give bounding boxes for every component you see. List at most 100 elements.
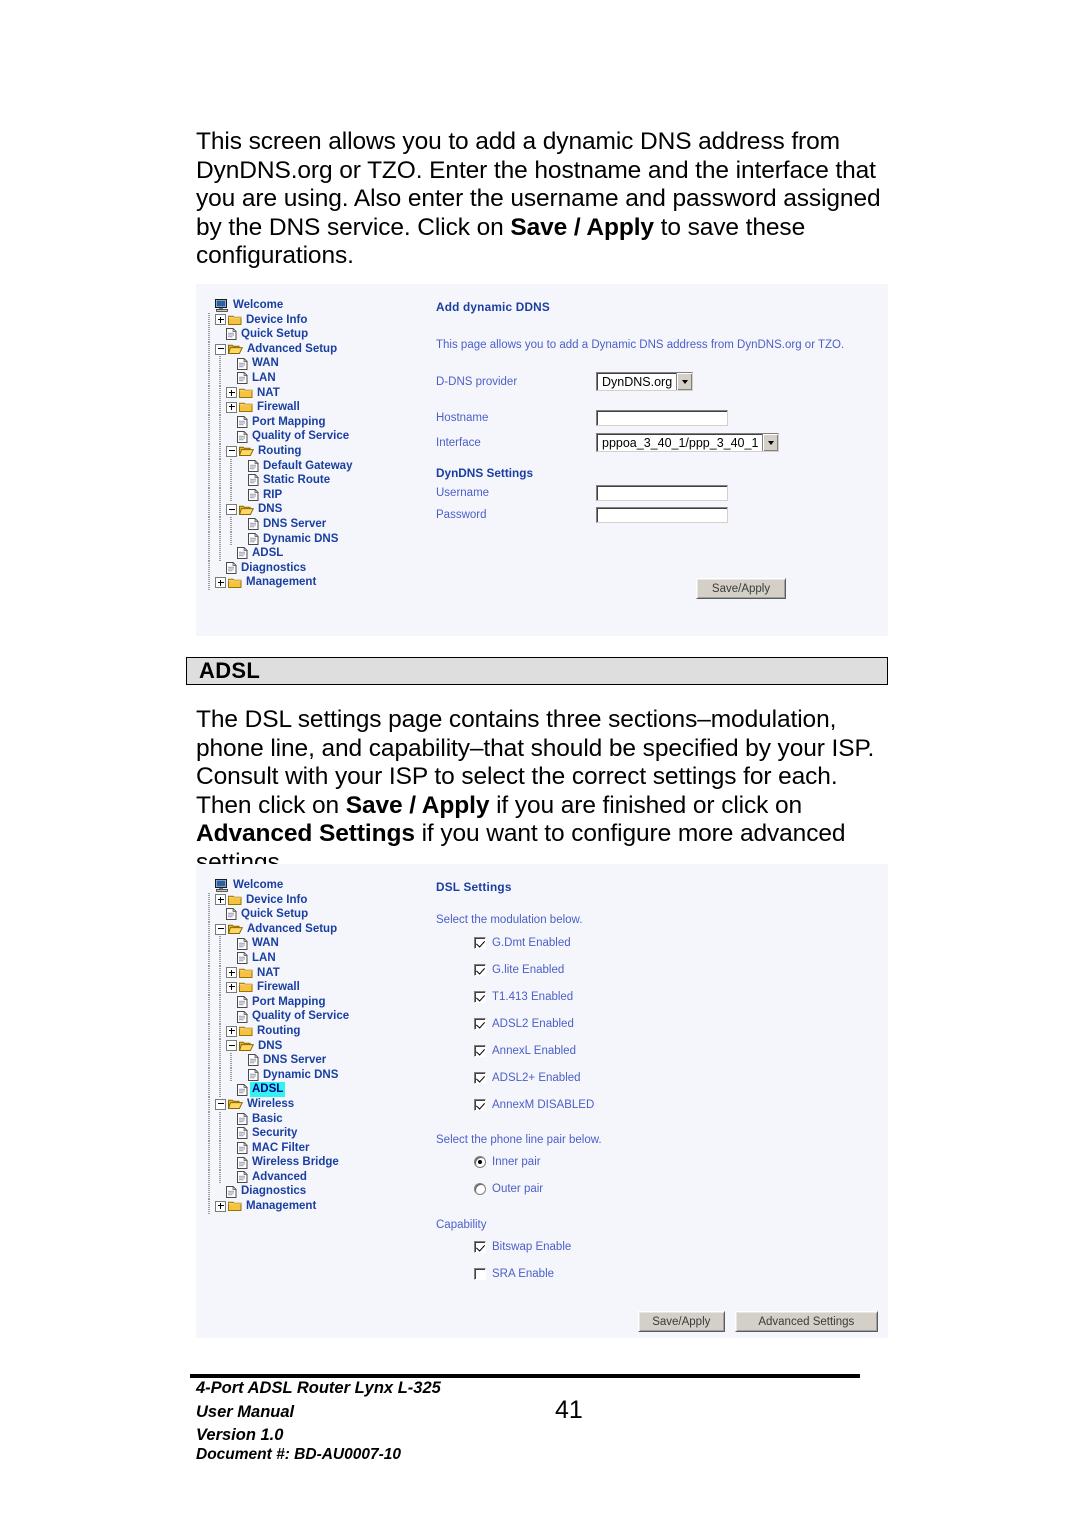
expand-icon[interactable]	[226, 387, 237, 399]
advanced-settings-button[interactable]: Advanced Settings	[734, 1311, 878, 1332]
tree-item-diagnostics[interactable]: Diagnostics	[204, 1184, 454, 1200]
tree-item-advanced-setup[interactable]: Advanced Setup	[204, 921, 454, 937]
collapse-icon[interactable]	[226, 1040, 237, 1052]
expand-icon[interactable]	[226, 981, 237, 993]
expand-icon[interactable]	[226, 967, 237, 979]
provider-select[interactable]: DynDNS.org	[596, 372, 694, 391]
tree-indent-guide	[204, 980, 215, 995]
checkbox-row[interactable]: SRA Enable	[474, 1267, 878, 1281]
tree-item-wan[interactable]: WAN	[204, 356, 454, 371]
tree-item-device-info[interactable]: Device Info	[204, 892, 454, 908]
expand-icon[interactable]	[226, 401, 237, 413]
tree-item-port-mapping[interactable]: Port Mapping	[204, 994, 454, 1010]
tree-indent-guide	[204, 936, 215, 951]
password-input[interactable]	[596, 507, 728, 523]
tree-item-advanced-setup[interactable]: Advanced Setup	[204, 341, 454, 357]
tree-item-basic[interactable]: Basic	[204, 1111, 454, 1127]
tree-item-label: ADSL	[252, 547, 284, 560]
checkbox-sra-enable[interactable]	[474, 1268, 486, 1280]
radio-row[interactable]: Outer pair	[474, 1182, 878, 1196]
checkbox-row[interactable]: ADSL2 Enabled	[474, 1017, 878, 1031]
footer-document-number: Document #: BD-AU0007-10	[196, 1446, 401, 1463]
footer-divider	[190, 1374, 860, 1378]
checkbox-g-lite-enabled[interactable]	[474, 964, 486, 976]
tree-indent-guide	[204, 327, 215, 342]
tree-item-management[interactable]: Management	[204, 575, 454, 590]
tree-item-static-route[interactable]: Static Route	[204, 473, 454, 488]
tree-item-routing[interactable]: Routing	[204, 443, 454, 459]
checkbox-adsl2-enabled[interactable]	[474, 1018, 486, 1030]
tree-indent-guide	[204, 921, 215, 937]
tree-item-lan[interactable]: LAN	[204, 370, 454, 386]
tree-item-label: Diagnostics	[241, 1185, 307, 1198]
tree-item-welcome[interactable]: Welcome	[204, 298, 454, 313]
tree-item-firewall[interactable]: Firewall	[204, 400, 454, 415]
tree-item-quality-of-service[interactable]: Quality of Service	[204, 429, 454, 444]
collapse-icon[interactable]	[215, 923, 226, 935]
tree-item-port-mapping[interactable]: Port Mapping	[204, 414, 454, 430]
tree-item-rip[interactable]: RIP	[204, 487, 454, 503]
checkbox-row[interactable]: AnnexM DISABLED	[474, 1098, 878, 1112]
tree-item-nat[interactable]: NAT	[204, 385, 454, 401]
expand-icon[interactable]	[215, 577, 226, 589]
tree-item-dynamic-dns[interactable]: Dynamic DNS	[204, 1067, 454, 1083]
save-apply-button[interactable]: Save/Apply	[638, 1311, 725, 1332]
tree-item-diagnostics[interactable]: Diagnostics	[204, 560, 454, 576]
radio-row[interactable]: Inner pair	[474, 1155, 878, 1169]
tree-item-device-info[interactable]: Device Info	[204, 312, 454, 328]
collapse-icon[interactable]	[215, 1098, 226, 1110]
checkbox-row[interactable]: AnnexL Enabled	[474, 1044, 878, 1058]
checkbox-row[interactable]: Bitswap Enable	[474, 1240, 878, 1254]
tree-item-adsl[interactable]: ADSL	[204, 546, 454, 561]
tree-item-wireless-bridge[interactable]: Wireless Bridge	[204, 1155, 454, 1170]
tree-item-dns-server[interactable]: DNS Server	[204, 516, 454, 532]
navigation-tree-ddns[interactable]: Welcome Device Info Quick Setup Advanced Se…	[204, 298, 454, 590]
navigation-tree-dsl[interactable]: Welcome Device Info Quick Setup Advanced Se…	[204, 878, 454, 1214]
tree-item-dns[interactable]: DNS	[204, 502, 454, 517]
save-apply-button[interactable]: Save/Apply	[696, 578, 786, 599]
tree-item-dns-server[interactable]: DNS Server	[204, 1053, 454, 1068]
tree-item-welcome[interactable]: Welcome	[204, 878, 454, 893]
tree-item-adsl[interactable]: ADSL	[204, 1082, 454, 1097]
tree-item-lan[interactable]: LAN	[204, 950, 454, 966]
tree-indent-guide	[204, 458, 215, 474]
checkbox-bitswap-enable[interactable]	[474, 1241, 486, 1253]
tree-item-dynamic-dns[interactable]: Dynamic DNS	[204, 531, 454, 547]
tree-item-wan[interactable]: WAN	[204, 936, 454, 951]
checkbox-row[interactable]: T1.413 Enabled	[474, 990, 878, 1004]
collapse-icon[interactable]	[226, 504, 237, 516]
tree-item-quick-setup[interactable]: Quick Setup	[204, 907, 454, 922]
checkbox-row[interactable]: G.Dmt Enabled	[474, 936, 878, 950]
tree-item-management[interactable]: Management	[204, 1199, 454, 1214]
expand-icon[interactable]	[215, 1200, 226, 1212]
checkbox-annexm-disabled[interactable]	[474, 1099, 486, 1111]
checkbox-t1-413-enabled[interactable]	[474, 991, 486, 1003]
radio-outer-pair[interactable]	[474, 1183, 486, 1195]
collapse-icon[interactable]	[226, 445, 237, 457]
tree-item-wireless[interactable]: Wireless	[204, 1096, 454, 1112]
checkbox-row[interactable]: G.lite Enabled	[474, 963, 878, 977]
tree-item-quality-of-service[interactable]: Quality of Service	[204, 1009, 454, 1024]
username-input[interactable]	[596, 485, 728, 501]
tree-item-security[interactable]: Security	[204, 1126, 454, 1141]
tree-item-dns[interactable]: DNS	[204, 1038, 454, 1054]
tree-item-quick-setup[interactable]: Quick Setup	[204, 327, 454, 342]
expand-icon[interactable]	[215, 314, 226, 326]
collapse-icon[interactable]	[215, 343, 226, 355]
tree-item-routing[interactable]: Routing	[204, 1023, 454, 1039]
checkbox-row[interactable]: ADSL2+ Enabled	[474, 1071, 878, 1085]
expand-icon[interactable]	[215, 894, 226, 906]
tree-item-mac-filter[interactable]: MAC Filter	[204, 1140, 454, 1156]
tree-indent-guide	[215, 443, 226, 459]
tree-item-firewall[interactable]: Firewall	[204, 980, 454, 995]
tree-item-advanced[interactable]: Advanced	[204, 1169, 454, 1185]
hostname-input[interactable]	[596, 410, 728, 426]
interface-select[interactable]: pppoa_3_40_1/ppp_3_40_1	[596, 433, 780, 452]
checkbox-annexl-enabled[interactable]	[474, 1045, 486, 1057]
tree-item-nat[interactable]: NAT	[204, 965, 454, 981]
tree-item-default-gateway[interactable]: Default Gateway	[204, 458, 454, 474]
expand-icon[interactable]	[226, 1025, 237, 1037]
checkbox-g-dmt-enabled[interactable]	[474, 937, 486, 949]
radio-inner-pair[interactable]	[474, 1156, 486, 1168]
checkbox-adsl2-enabled[interactable]	[474, 1072, 486, 1084]
